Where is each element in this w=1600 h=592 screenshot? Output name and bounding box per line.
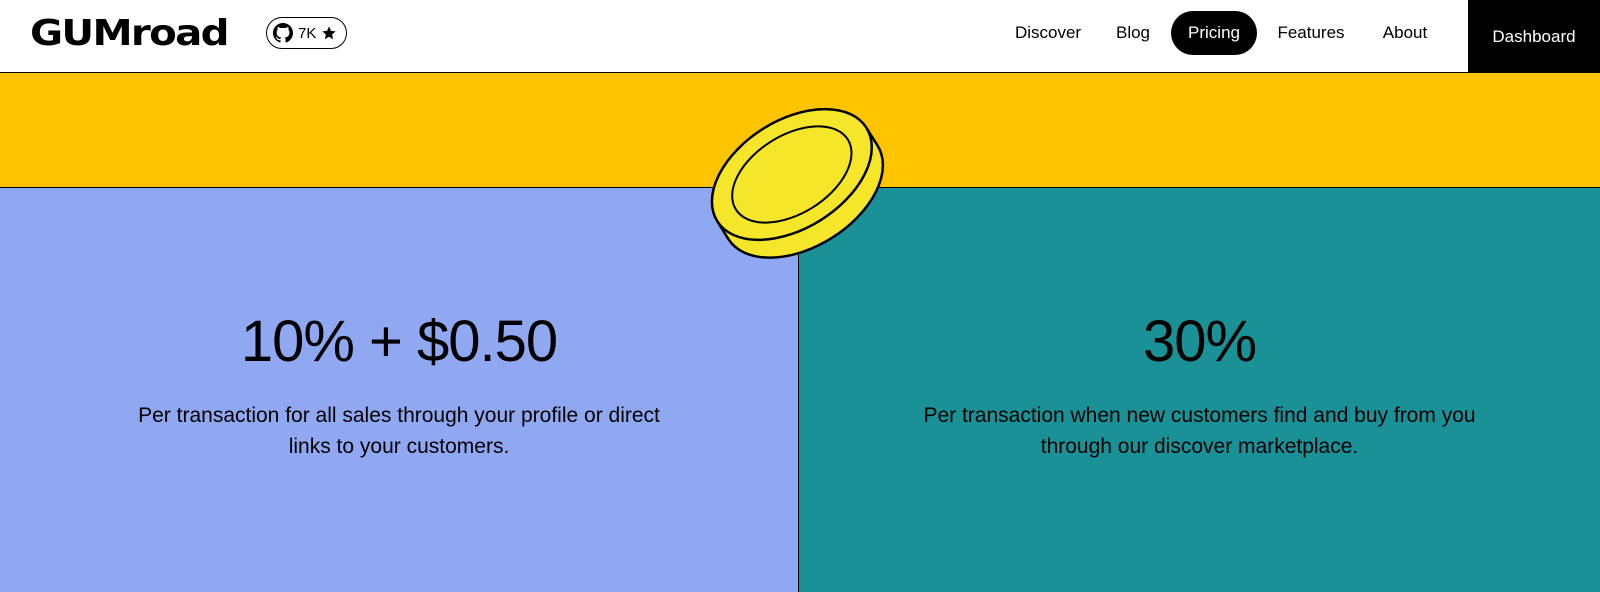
nav-blog[interactable]: Blog — [1102, 11, 1164, 55]
dashboard-button[interactable]: Dashboard — [1468, 0, 1600, 73]
pricing-panel-discover: 30% Per transaction when new customers f… — [799, 188, 1600, 592]
nav-discover[interactable]: Discover — [1001, 11, 1095, 55]
discover-price: 30% — [1142, 309, 1257, 374]
profile-price-description: Per transaction for all sales through yo… — [138, 404, 660, 458]
nav-features[interactable]: Features — [1265, 11, 1357, 55]
pricing-panel-profile: 10% + $0.50 Per transaction for all sale… — [0, 188, 799, 592]
github-stars-badge[interactable]: 7K — [266, 17, 347, 49]
github-star-count: 7K — [298, 24, 317, 42]
github-icon — [273, 23, 293, 43]
profile-price: 10% + $0.50 — [240, 309, 558, 374]
gumroad-logo[interactable]: GUMroad — [30, 14, 230, 54]
nav-pricing[interactable]: Pricing — [1171, 11, 1257, 55]
top-navbar: GUMroad 7K Discover Blog Pricing Feature… — [0, 0, 1600, 73]
star-icon — [321, 25, 337, 41]
coin-illustration — [710, 107, 885, 259]
nav-about[interactable]: About — [1368, 11, 1442, 55]
discover-price-description: Per transaction when new customers find … — [923, 404, 1476, 458]
